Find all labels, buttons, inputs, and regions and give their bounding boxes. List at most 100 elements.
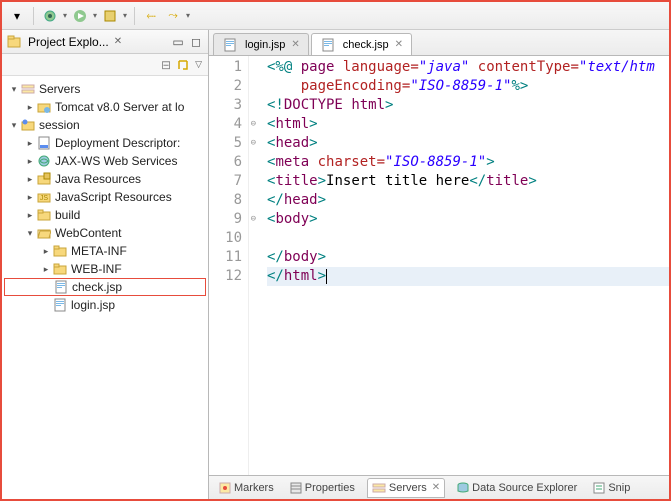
expand-arrow-icon[interactable]: ▸: [24, 174, 36, 185]
link-editor-icon[interactable]: [177, 59, 189, 71]
dropdown-icon[interactable]: ▾: [8, 7, 26, 25]
maximize-icon[interactable]: ◻: [188, 34, 204, 50]
editor-tab-check-jsp[interactable]: check.jsp ✕: [311, 33, 412, 55]
expand-arrow-icon[interactable]: ▸: [40, 264, 52, 275]
tree-item-servers[interactable]: ▾ Servers: [4, 80, 206, 98]
line-number: 11: [209, 248, 242, 267]
tree-item-jax-ws-web-services[interactable]: ▸ JAX-WS Web Services: [4, 152, 206, 170]
tree-item-deployment-descriptor-[interactable]: ▸ Deployment Descriptor:: [4, 134, 206, 152]
debug-icon[interactable]: [41, 7, 59, 25]
code-line[interactable]: </body>: [267, 248, 669, 267]
tree-item-java-resources[interactable]: ▸Java Resources: [4, 170, 206, 188]
close-icon[interactable]: ✕: [114, 36, 122, 47]
chevron-down-icon[interactable]: ▾: [186, 11, 190, 20]
code-line[interactable]: <title>Insert title here</title>: [267, 172, 669, 191]
minimize-icon[interactable]: ▭: [170, 34, 186, 50]
tree-item-label: WebContent: [55, 226, 122, 240]
code-line[interactable]: <%@ page language="java" contentType="te…: [267, 58, 669, 77]
expand-arrow-icon[interactable]: ▸: [24, 156, 36, 167]
folder-icon: [52, 261, 68, 277]
tool-icon[interactable]: [101, 7, 119, 25]
tree-item-session[interactable]: ▾ session: [4, 116, 206, 134]
bottom-tab-markers[interactable]: Markers: [215, 480, 278, 496]
editor-tab-login-jsp[interactable]: login.jsp✕: [213, 33, 309, 55]
run-icon[interactable]: [71, 7, 89, 25]
code-lines[interactable]: <%@ page language="java" contentType="te…: [249, 56, 669, 475]
close-icon[interactable]: ✕: [395, 39, 403, 50]
tree-item-label: session: [39, 118, 80, 132]
tab-label: check.jsp: [343, 39, 389, 51]
bottom-tab-properties[interactable]: Properties: [286, 480, 359, 496]
tree-item-label: META-INF: [71, 244, 127, 258]
line-number: 1: [209, 58, 242, 77]
code-line[interactable]: <body>: [267, 210, 669, 229]
jsp-icon: [222, 37, 238, 53]
java-icon: [36, 171, 52, 187]
project-tree[interactable]: ▾ Servers ▸Tomcat v8.0 Server at lo ▾ sessio…: [2, 76, 208, 499]
close-icon[interactable]: ✕: [291, 39, 299, 50]
tree-item-login-jsp[interactable]: login.jsp: [4, 296, 206, 314]
expand-arrow-icon[interactable]: ▸: [24, 102, 36, 113]
expand-arrow-icon[interactable]: ▸: [24, 192, 36, 203]
editor-area: login.jsp✕check.jsp✕ 123456789101112 <%@…: [209, 30, 669, 499]
expand-arrow-icon[interactable]: ▾: [8, 84, 20, 95]
expand-arrow-icon[interactable]: ▸: [24, 210, 36, 221]
data-icon: [457, 482, 469, 494]
code-line[interactable]: <!DOCTYPE html>: [267, 96, 669, 115]
props-icon: [290, 482, 302, 494]
line-number: 5: [209, 134, 242, 153]
tree-item-label: Servers: [39, 82, 80, 96]
bottom-panel-tabs: Markers Properties Servers ✕ Data Source Exp…: [209, 475, 669, 499]
code-line[interactable]: </html>: [267, 267, 669, 286]
code-editor[interactable]: 123456789101112 <%@ page language="java"…: [209, 56, 669, 475]
chevron-down-icon[interactable]: ▾: [63, 11, 67, 20]
bottom-tab-label: Data Source Explorer: [472, 482, 577, 494]
project-icon: [20, 117, 36, 133]
line-number: 6: [209, 153, 242, 172]
expand-arrow-icon[interactable]: ▸: [40, 246, 52, 257]
expand-arrow-icon[interactable]: ▾: [24, 228, 36, 239]
bottom-tab-label: Servers: [389, 482, 427, 494]
nav-back-icon[interactable]: ⬸: [142, 7, 160, 25]
view-menu-icon[interactable]: ▽: [195, 59, 202, 70]
tree-item-label: Deployment Descriptor:: [55, 136, 180, 150]
editor-tabs: login.jsp✕ check.jsp ✕: [209, 30, 669, 56]
servers-icon: [20, 81, 36, 97]
bottom-tab-snip[interactable]: Snip: [589, 480, 634, 496]
close-icon[interactable]: ✕: [432, 482, 440, 493]
tree-item-meta-inf[interactable]: ▸ META-INF: [4, 242, 206, 260]
folder-server-icon: [36, 99, 52, 115]
tree-item-label: JavaScript Resources: [55, 190, 172, 204]
expand-arrow-icon[interactable]: ▾: [8, 120, 20, 131]
line-number: 3: [209, 96, 242, 115]
chevron-down-icon[interactable]: ▾: [93, 11, 97, 20]
servers-icon: [372, 481, 386, 495]
main-toolbar: ▾ ▾ ▾ ▾ ⬸ ⤳ ▾: [2, 2, 669, 30]
code-line[interactable]: [267, 229, 669, 248]
svg-text:JS: JS: [40, 195, 49, 202]
code-line[interactable]: <head>: [267, 134, 669, 153]
bottom-tab-data-source-explorer[interactable]: Data Source Explorer: [453, 480, 581, 496]
nav-fwd-icon[interactable]: ⤳: [164, 7, 182, 25]
tree-item-web-inf[interactable]: ▸WEB-INF: [4, 260, 206, 278]
project-explorer-panel: Project Explo... ✕ ▭ ◻ ⊟ ▽ ▾ Servers ▸Tomc…: [2, 30, 209, 499]
bottom-tab-servers[interactable]: Servers ✕: [367, 478, 445, 498]
tree-item-label: JAX-WS Web Services: [55, 154, 177, 168]
panel-header: Project Explo... ✕ ▭ ◻: [2, 30, 208, 54]
code-line[interactable]: <meta charset="ISO-8859-1">: [267, 153, 669, 172]
collapse-all-icon[interactable]: ⊟: [161, 58, 171, 72]
code-line[interactable]: <html>: [267, 115, 669, 134]
bottom-tab-label: Properties: [305, 482, 355, 494]
chevron-down-icon[interactable]: ▾: [123, 11, 127, 20]
tree-item-tomcat-v8-0-server-at-lo[interactable]: ▸Tomcat v8.0 Server at lo: [4, 98, 206, 116]
text-cursor: [326, 269, 327, 284]
tree-item-javascript-resources[interactable]: ▸ JS JavaScript Resources: [4, 188, 206, 206]
tree-item-webcontent[interactable]: ▾ WebContent: [4, 224, 206, 242]
line-number: 12: [209, 267, 242, 286]
line-number: 10: [209, 229, 242, 248]
tree-item-check-jsp[interactable]: check.jsp: [4, 278, 206, 296]
tree-item-build[interactable]: ▸build: [4, 206, 206, 224]
code-line[interactable]: </head>: [267, 191, 669, 210]
code-line[interactable]: pageEncoding="ISO-8859-1"%>: [267, 77, 669, 96]
expand-arrow-icon[interactable]: ▸: [24, 138, 36, 149]
